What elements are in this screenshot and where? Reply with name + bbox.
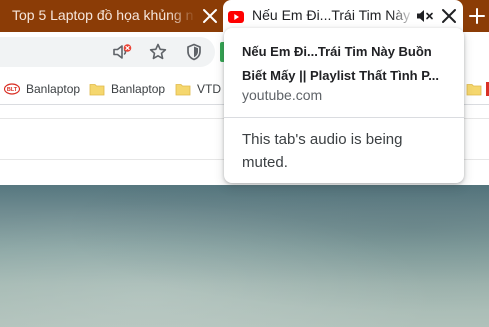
close-icon[interactable] (439, 6, 459, 26)
folder-icon (175, 84, 191, 96)
bookmark-label: Banlaptop (111, 82, 166, 96)
hovercard-title: Nếu Em Đi...Trái Tim Này Buồn Biết Mấy |… (242, 44, 440, 83)
bookmark-label: Banlaptop (26, 82, 81, 96)
close-icon[interactable] (200, 6, 220, 26)
svg-text:BLT: BLT (7, 87, 18, 93)
folder-icon[interactable] (466, 81, 482, 97)
hovercard-alert: This tab's audio is being muted. (242, 131, 403, 171)
hero-image (0, 185, 489, 327)
address-bar[interactable] (0, 37, 215, 67)
muted-speaker-icon[interactable] (416, 8, 434, 24)
bookmark-label: VTD (197, 82, 221, 96)
site-favicon-icon: BLT (4, 83, 20, 95)
divider (224, 117, 464, 118)
folder-icon (89, 84, 105, 96)
youtube-icon (228, 11, 244, 23)
shield-icon[interactable] (184, 42, 204, 62)
tab-hover-card: Nếu Em Đi...Trái Tim Này Buồn Biết Mấy |… (224, 28, 464, 183)
site-muted-icon[interactable] (112, 42, 132, 62)
new-tab-icon[interactable] (467, 6, 487, 26)
tab-laptop[interactable]: Top 5 Laptop đồ họa khủng n (0, 0, 224, 32)
tab-title: Top 5 Laptop đồ họa khủng n (12, 7, 194, 23)
tab-title: Nếu Em Đi...Trái Tim Này Bu (252, 7, 415, 23)
bookmark-star-icon[interactable] (148, 42, 168, 62)
hovercard-domain: youtube.com (242, 87, 323, 103)
